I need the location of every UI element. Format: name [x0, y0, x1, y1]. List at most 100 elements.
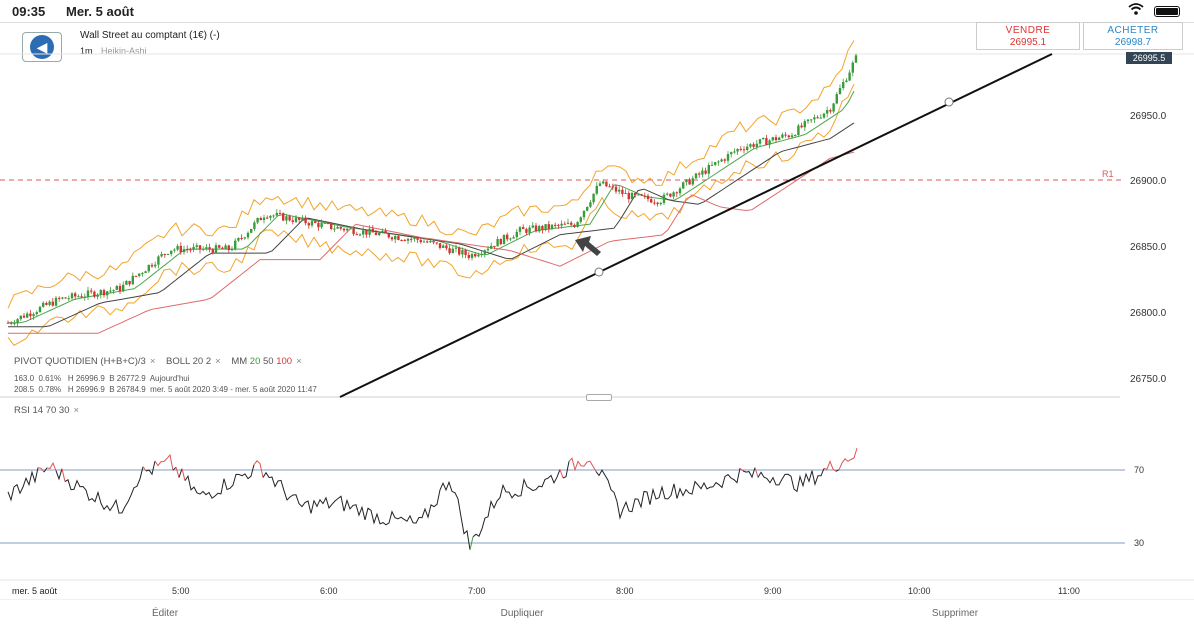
candle-body [589, 202, 592, 207]
mm20-label[interactable]: 20 [250, 356, 261, 367]
remove-boll-icon[interactable]: × [215, 356, 221, 367]
heikin-ashi-candles [6, 53, 858, 327]
stat-change: 208.5 [14, 385, 35, 394]
candle-body [176, 245, 179, 250]
candle-body [237, 238, 240, 241]
rsi-period[interactable]: 14 [32, 405, 43, 416]
boll-dev[interactable]: 2 [206, 356, 211, 367]
duplicate-button[interactable]: Dupliquer [501, 608, 544, 619]
candle-body [99, 290, 102, 295]
price-chart[interactable]: R1 26950.0 26900.0 26850.0 26800.0 26750… [0, 22, 1194, 600]
price-tick: 26900.0 [1130, 176, 1167, 187]
candle-body [147, 264, 150, 272]
candle-body [672, 192, 675, 197]
candle-body [214, 245, 218, 253]
candle-body [390, 237, 394, 240]
rsi-segment [262, 471, 471, 550]
candle-body [115, 286, 118, 290]
candle-body [298, 217, 301, 220]
candle-body [342, 228, 346, 231]
candle-body [96, 294, 99, 297]
candle-body [538, 226, 541, 232]
candle-body [774, 137, 778, 141]
candle-body [362, 230, 365, 235]
remove-mm-icon[interactable]: × [296, 356, 302, 367]
candle-body [64, 297, 67, 299]
pivot-formula[interactable]: (H+B+C)/3 [100, 356, 145, 367]
candle-body [195, 245, 198, 247]
candle-body [496, 239, 499, 247]
current-price-label: 26995.5 [1126, 52, 1172, 64]
candle-body [765, 138, 768, 145]
pivot-label[interactable]: PIVOT [14, 356, 42, 367]
candle-body [640, 194, 643, 196]
candle-body [566, 222, 570, 224]
rsi-segment [838, 447, 858, 470]
candle-body [477, 254, 480, 257]
bollinger-bands [7, 40, 855, 346]
candle-body [787, 135, 790, 138]
candle-body [54, 297, 58, 306]
candle-body [698, 173, 701, 175]
rsi-upper[interactable]: 70 [46, 405, 57, 416]
time-tick: 11:00 [1058, 586, 1080, 596]
candle-body [42, 302, 45, 307]
mm100-label[interactable]: 100 [276, 356, 292, 367]
candle-body [650, 199, 653, 203]
candle-body [688, 179, 691, 185]
edit-button[interactable]: Éditer [152, 608, 178, 619]
candle-body [646, 195, 650, 200]
candle-body [541, 226, 544, 231]
candle-body [784, 134, 787, 136]
mm-label[interactable]: MM [231, 356, 247, 367]
candle-body [486, 248, 490, 251]
candle-body [346, 228, 349, 231]
stat-pct: 0.78% [38, 385, 62, 394]
rsi-segment [64, 466, 144, 514]
boll-period[interactable]: 20 [193, 356, 204, 367]
candle-body [502, 234, 506, 245]
candle-body [544, 224, 547, 231]
trend-line[interactable] [339, 53, 1053, 398]
battery-icon [1154, 6, 1180, 17]
candle-body [685, 179, 688, 183]
candle-body [269, 215, 272, 218]
rsi-segment [154, 453, 174, 471]
candle-body [438, 243, 442, 248]
candle-body [838, 88, 842, 95]
rsi-lower[interactable]: 30 [59, 405, 70, 416]
arrow-annotation[interactable] [575, 236, 601, 256]
candle-body [797, 125, 800, 136]
candle-body [131, 275, 134, 285]
rsi-label[interactable]: RSI [14, 405, 30, 416]
candle-body [742, 149, 746, 151]
stat-period: mer. 5 août 2020 3:49 - mer. 5 août 2020… [150, 385, 317, 394]
candle-body [192, 246, 195, 250]
trend-line-handle-1[interactable] [594, 267, 604, 277]
panel-resize-handle[interactable] [586, 394, 612, 401]
candle-body [778, 137, 781, 141]
boll-label[interactable]: BOLL [166, 356, 190, 367]
ma50-line [8, 122, 855, 328]
candle-body [61, 297, 64, 299]
candle-body [90, 290, 93, 292]
candle-body [547, 224, 550, 229]
candle-body [58, 297, 61, 299]
candle-body [480, 253, 483, 255]
candle-body [726, 154, 730, 161]
mm50-label[interactable]: 50 [263, 356, 274, 367]
remove-rsi-icon[interactable]: × [74, 405, 80, 416]
rsi-legend[interactable]: RSI 14 70 30 × [14, 405, 87, 416]
candle-body [710, 164, 714, 166]
candle-body [278, 212, 282, 214]
trend-line-handle-2[interactable] [944, 97, 954, 107]
candle-body [294, 217, 298, 222]
candle-body [621, 189, 624, 195]
pivot-type[interactable]: QUOTIDIEN [45, 356, 98, 367]
candle-body [813, 117, 816, 120]
candle-body [291, 220, 294, 222]
candle-body [333, 228, 336, 230]
remove-pivot-icon[interactable]: × [150, 356, 156, 367]
delete-button[interactable]: Supprimer [932, 608, 978, 619]
candle-body [442, 245, 445, 248]
